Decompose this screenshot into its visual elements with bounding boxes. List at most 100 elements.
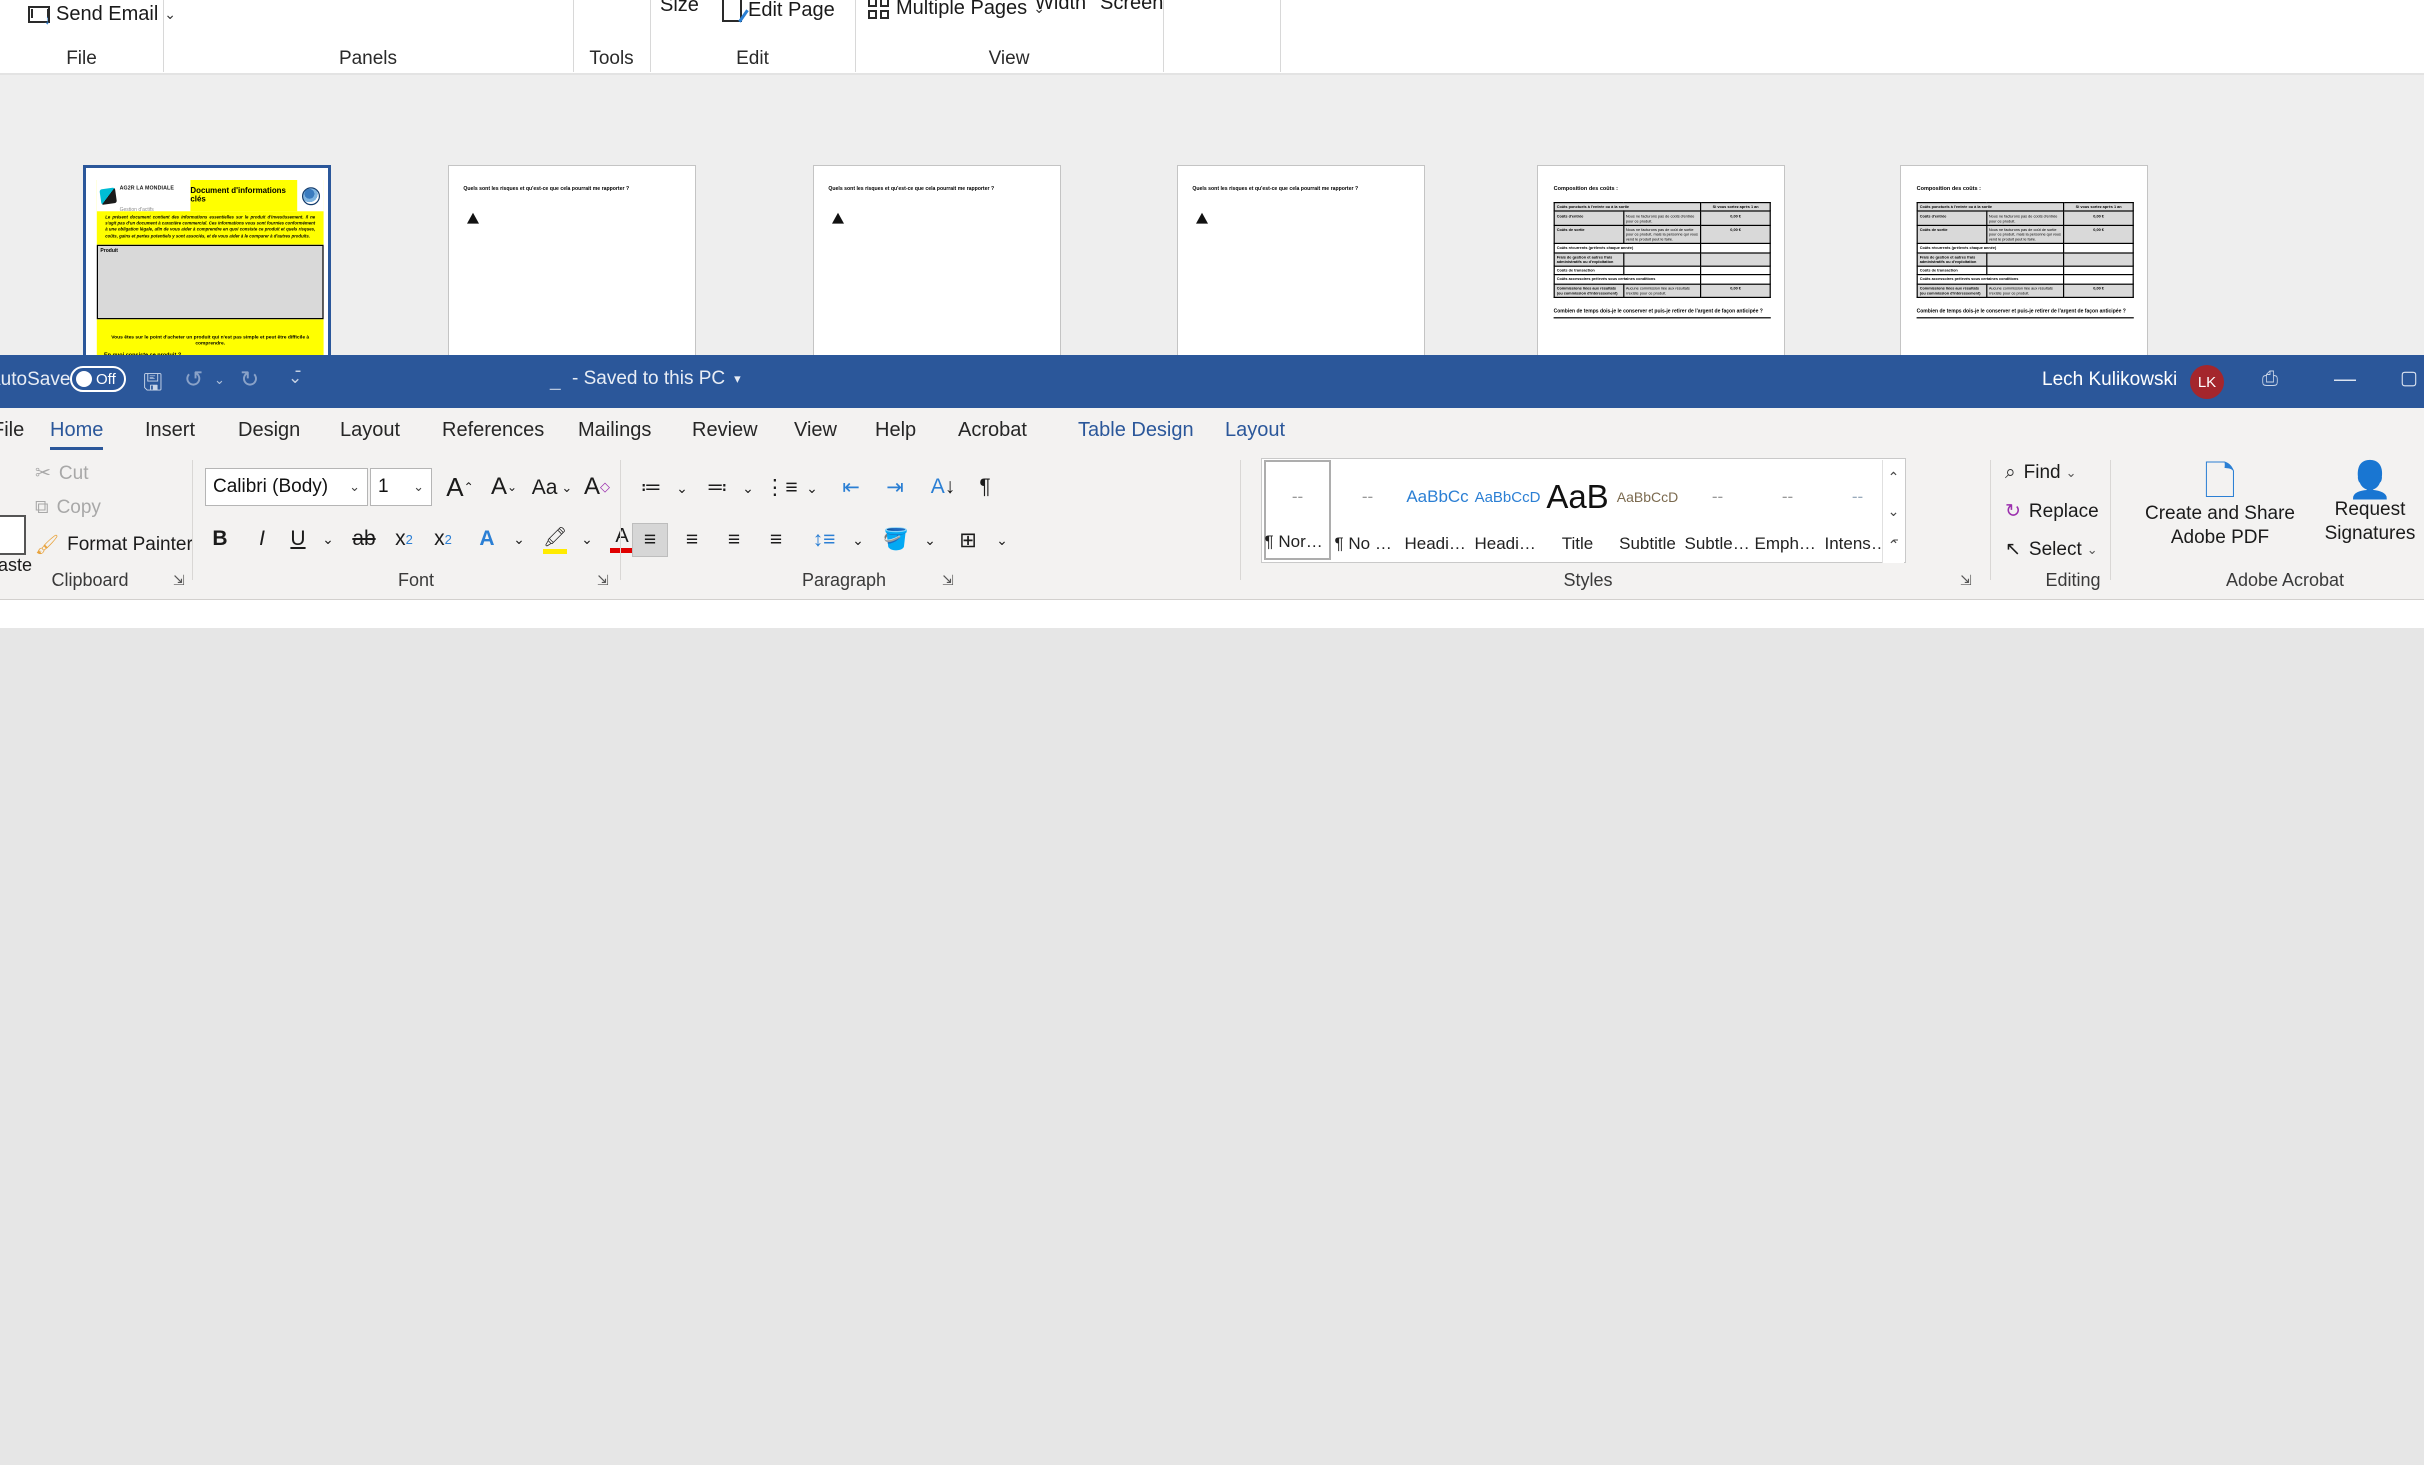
italic-button[interactable]: I [247, 523, 277, 555]
document-canvas[interactable]: AG2R LA MONDIALEGestion d'actifsDocument… [0, 628, 2424, 1465]
tab-help[interactable]: Help [875, 408, 916, 453]
bullets-button[interactable]: ≔ [632, 470, 670, 504]
borders-dropdown-icon[interactable]: ⌄ [992, 528, 1012, 552]
customize-quick-access-icon[interactable]: ⌄̄ [288, 368, 302, 388]
style-subtle-emphasis[interactable]: --Subtle Em... [1684, 460, 1751, 560]
style-no-spacing[interactable]: --¶ No Spac... [1334, 460, 1401, 560]
edit-page-button[interactable]: Edit Page [722, 0, 835, 22]
clear-formatting-button[interactable]: A ◇ [580, 470, 614, 504]
replace-button[interactable]: ↻ Replace [2005, 500, 2099, 523]
scroll-down-icon[interactable]: ⌄ [1888, 503, 1900, 520]
product-box[interactable]: Produit [96, 244, 324, 319]
tab-home[interactable]: Home [50, 408, 104, 453]
font-name-input[interactable]: Calibri (Body) ⌄ [205, 468, 368, 506]
style-subtitle[interactable]: AaBbCcD Subtitle [1614, 460, 1681, 560]
user-name[interactable]: Lech Kulikowski [2042, 369, 2177, 391]
section-heading: Quels sont les risques et qu'est-ce que … [1192, 185, 1359, 192]
subscript-button[interactable]: x2 [388, 523, 420, 555]
create-and-share-adobe-pdf-button[interactable]: 🗋 Create and Share Adobe PDF [2135, 462, 2305, 550]
style-emphasis[interactable]: --Emphasis [1754, 460, 1821, 560]
decrease-indent-button[interactable]: ⇤ [833, 470, 869, 504]
styles-dialog-launcher[interactable]: ⇲ [1960, 572, 1972, 589]
bold-button[interactable]: B [205, 523, 235, 555]
justify-button[interactable]: ≡ [758, 523, 794, 557]
shrink-font-button[interactable]: A ⌄ [487, 470, 521, 504]
multilevel-list-button[interactable]: ⋮≡ [762, 470, 800, 504]
multiple-pages-button[interactable]: Multiple Pages ⌄ [868, 0, 1045, 20]
line-spacing-button[interactable]: ↕≡ [806, 523, 842, 557]
tab-insert[interactable]: Insert [145, 408, 195, 453]
change-case-button[interactable]: Aa ⌄ [528, 472, 576, 504]
underline-button[interactable]: U [283, 523, 313, 555]
increase-indent-button[interactable]: ⇥ [877, 470, 913, 504]
autosave-toggle[interactable]: Off [70, 366, 126, 392]
align-center-button[interactable]: ≡ [674, 523, 710, 557]
tab-acrobat[interactable]: Acrobat [958, 408, 1027, 453]
format-painter-button[interactable]: 🖌 Format Painter [35, 533, 193, 557]
shading-dropdown-icon[interactable]: ⌄ [920, 528, 940, 552]
clipboard-dialog-launcher[interactable]: ⇲ [173, 572, 185, 589]
width-button[interactable]: Width [1035, 0, 1086, 15]
tab-design[interactable]: Design [238, 408, 300, 453]
find-button[interactable]: ⌕ Find ⌄ [2005, 462, 2077, 484]
borders-button[interactable]: ⊞ [950, 523, 986, 557]
text-effects-dropdown-icon[interactable]: ⌄ [509, 527, 529, 551]
shading-button[interactable]: 🪣 [878, 523, 914, 557]
tab-table-layout[interactable]: Layout [1225, 408, 1285, 453]
multilevel-dropdown-icon[interactable]: ⌄ [802, 476, 822, 500]
avatar[interactable]: LK [2190, 365, 2224, 399]
size-label: Size [660, 0, 699, 16]
styles-more-icon[interactable]: ⌃̄ [1888, 537, 1900, 554]
show-formatting-marks-button[interactable]: ¶ [970, 470, 1000, 504]
ribbon-display-options-icon[interactable]: ⎙ [2262, 368, 2278, 391]
save-icon[interactable]: 🖫 [143, 366, 163, 405]
maximize-icon[interactable]: ▢ [2400, 367, 2418, 390]
tab-mailings[interactable]: Mailings [578, 408, 651, 453]
ribbon-tab-bar[interactable]: File Home Insert Design Layout Reference… [0, 408, 2424, 453]
font-size-input[interactable]: 1 ⌄ [370, 468, 432, 506]
request-signatures-button[interactable]: 👤 Request Signatures [2305, 462, 2424, 546]
highlight-dropdown-icon[interactable]: ⌄ [577, 527, 597, 551]
styles-gallery[interactable]: --¶ Normal --¶ No Spac... AaBbCcHeading … [1261, 458, 1906, 563]
superscript-button[interactable]: x2 [427, 523, 459, 555]
tab-layout[interactable]: Layout [340, 408, 400, 453]
style-title[interactable]: AaB Title [1544, 460, 1611, 560]
redo-icon[interactable]: ↻ [240, 366, 259, 393]
style-heading-2[interactable]: AaBbCcDHeading 2 [1474, 460, 1541, 560]
align-right-button[interactable]: ≡ [716, 523, 752, 557]
numbering-dropdown-icon[interactable]: ⌄ [738, 476, 758, 500]
style-heading-1[interactable]: AaBbCcHeading 1 [1404, 460, 1471, 560]
underline-dropdown-icon[interactable]: ⌄ [318, 527, 338, 551]
tab-file[interactable]: File [0, 408, 24, 453]
paragraph-dialog-launcher[interactable]: ⇲ [942, 572, 954, 589]
align-left-button[interactable]: ≡ [632, 523, 668, 557]
style-normal[interactable]: -- ¶ Normal [1264, 460, 1331, 560]
select-button[interactable]: ↖ Select ⌄ [2005, 538, 2098, 561]
font-dialog-launcher[interactable]: ⇲ [597, 572, 609, 589]
styles-gallery-scrollbar[interactable]: ⌃ ⌄ ⌃̄ [1882, 460, 1904, 563]
tab-review[interactable]: Review [692, 408, 758, 453]
page-thumbnail-strip[interactable]: AG2R LA MONDIALE Gestion d'actifs Document… [0, 75, 2424, 430]
send-email-button[interactable]: Send Email ⌄ [28, 3, 176, 27]
grow-font-button[interactable]: A ⌃ [443, 470, 477, 504]
numbering-button[interactable]: ≕ [698, 470, 736, 504]
line-spacing-dropdown-icon[interactable]: ⌄ [848, 528, 868, 552]
style-intense-emphasis[interactable]: --Intense E... [1824, 460, 1891, 560]
scroll-up-icon[interactable]: ⌃ [1888, 469, 1900, 486]
text-effects-button[interactable]: A [470, 523, 504, 555]
paste-button[interactable]: Paste [0, 515, 32, 576]
screen-button[interactable]: Screen [1100, 0, 1163, 15]
size-button[interactable]: Size [660, 0, 699, 17]
undo-icon[interactable]: ↺ [184, 366, 203, 393]
tab-references[interactable]: References [442, 408, 544, 453]
tab-view[interactable]: View [794, 408, 837, 453]
document-save-status[interactable]: - Saved to this PC ▾ [572, 368, 741, 390]
sort-button[interactable]: A ↓ [925, 470, 961, 504]
bullets-dropdown-icon[interactable]: ⌄ [672, 476, 692, 500]
tab-table-design[interactable]: Table Design [1078, 408, 1194, 453]
minimize-icon[interactable]: — [2334, 366, 2356, 392]
text-highlight-button[interactable]: 🖍 [538, 521, 572, 557]
section-footer-heading: Combien de temps dois-je le conserver et… [1553, 308, 1771, 319]
strikethrough-button[interactable]: ab [348, 523, 380, 555]
undo-dropdown-icon[interactable]: ⌄ [214, 372, 225, 388]
